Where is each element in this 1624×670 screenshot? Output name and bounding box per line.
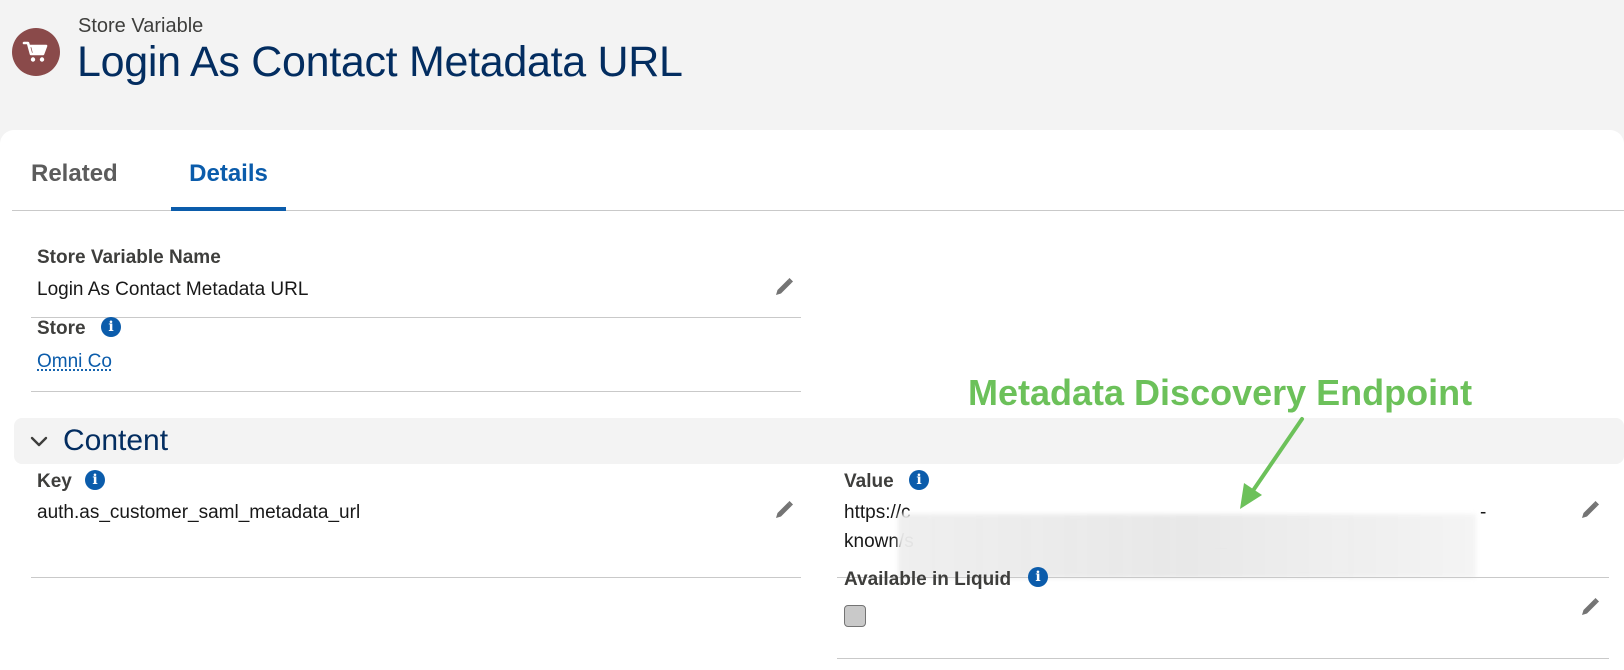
- store-variable-name-value: Login As Contact Metadata URL: [37, 279, 309, 300]
- store-label: Store: [37, 318, 86, 339]
- annotation-label: Metadata Discovery Endpoint: [968, 372, 1473, 413]
- edit-pencil-icon[interactable]: [1579, 596, 1601, 618]
- key-label: Key: [37, 471, 72, 492]
- chevron-down-icon: [28, 430, 50, 452]
- annotation-arrow-icon: [1240, 417, 1304, 509]
- info-icon[interactable]: i: [909, 470, 929, 490]
- record-detail-card: Related Details Store Variable Name Logi…: [0, 130, 1624, 670]
- field-divider: [31, 391, 801, 392]
- object-type-label: Store Variable: [78, 15, 204, 37]
- store-variable-name-label: Store Variable Name: [37, 247, 221, 268]
- page-title: Login As Contact Metadata URL: [77, 38, 683, 86]
- available-in-liquid-label: Available in Liquid: [844, 569, 1012, 590]
- tab-related[interactable]: Related: [31, 160, 118, 211]
- info-icon[interactable]: i: [85, 470, 105, 490]
- tab-details[interactable]: Details: [171, 160, 286, 211]
- record-header: Store Variable Login As Contact Metadata…: [0, 0, 1624, 130]
- edit-pencil-icon[interactable]: [1579, 499, 1601, 521]
- content-section-header[interactable]: Content: [14, 418, 1624, 464]
- shopping-cart-icon: [12, 28, 60, 76]
- info-icon[interactable]: i: [1028, 567, 1048, 587]
- section-title: Content: [63, 424, 169, 457]
- field-divider: [31, 317, 801, 318]
- field-divider: [837, 658, 1609, 659]
- store-link[interactable]: Omni Co: [37, 351, 112, 373]
- edit-pencil-icon[interactable]: [773, 276, 795, 298]
- key-value: auth.as_customer_saml_metadata_url: [37, 502, 361, 523]
- edit-pencil-icon[interactable]: [773, 499, 795, 521]
- info-icon[interactable]: i: [101, 317, 121, 337]
- value-text-line1-end: -: [1480, 502, 1487, 523]
- value-label: Value: [844, 471, 894, 492]
- tab-bar: Related Details: [12, 130, 1624, 211]
- available-in-liquid-checkbox[interactable]: [844, 605, 866, 627]
- field-divider: [31, 577, 801, 578]
